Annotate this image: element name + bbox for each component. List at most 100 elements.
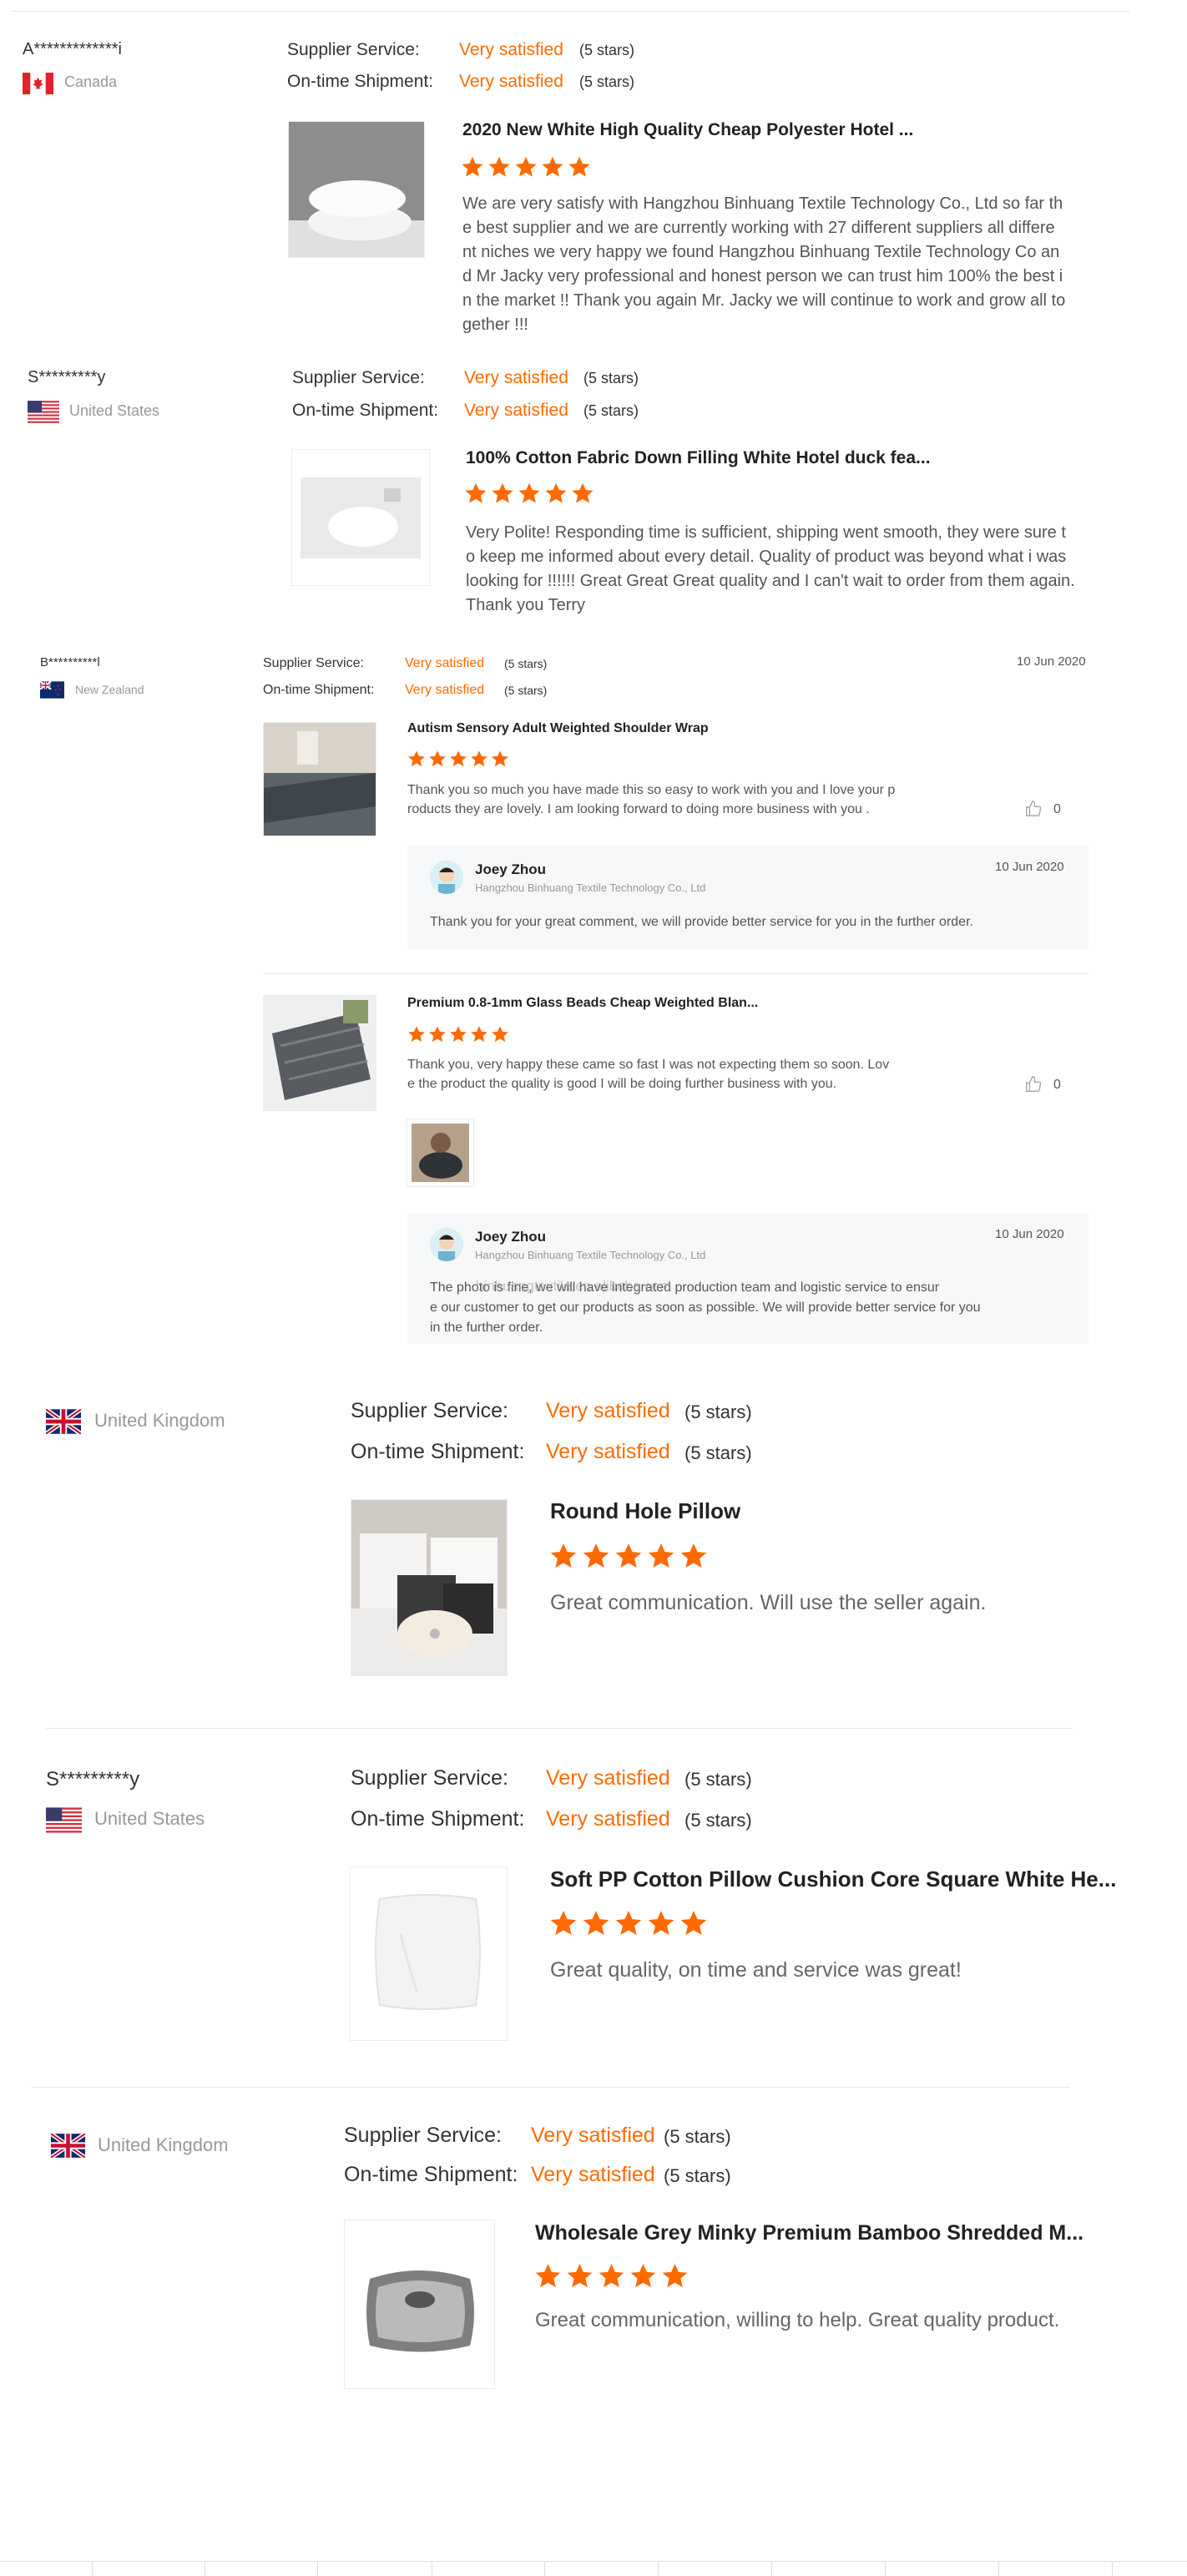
product-title[interactable]: Premium 0.8-1mm Glass Beads Cheap Weight…: [407, 996, 758, 1011]
star-icon: [407, 1025, 426, 1043]
shipment-stars: (5 stars): [579, 73, 635, 90]
supplier-service-label: Supplier Service:: [263, 656, 364, 670]
usa-flag-icon: [46, 1807, 82, 1833]
tab-separator: [1112, 2562, 1113, 2576]
tab-separator: [92, 2562, 93, 2576]
star-icon: [514, 155, 538, 179]
product-title[interactable]: 100% Cotton Fabric Down Filling White Ho…: [466, 448, 931, 468]
star-icon: [614, 1542, 643, 1570]
comment-line: o keep me informed about every detail. Q…: [466, 548, 1067, 566]
supplier-service-value: Very satisfied: [546, 1766, 670, 1790]
rating-stars: [464, 482, 594, 505]
product-image[interactable]: [263, 995, 376, 1111]
supplier-service-stars: (5 stars): [504, 657, 548, 670]
shipment-value: Very satisfied: [531, 2163, 655, 2186]
reviewer-country: United Kingdom: [98, 2134, 229, 2155]
star-icon: [568, 155, 591, 179]
seller-reply: Joey Zhou Hangzhou Binhuang Textile Tech…: [407, 846, 1089, 949]
product-title[interactable]: Round Hole Pillow: [550, 1498, 740, 1524]
avatar: [430, 861, 463, 894]
reviewer-name: A*************i: [23, 40, 122, 58]
reviewer-country: United States: [94, 1808, 205, 1829]
supplier-service-stars: (5 stars): [684, 1769, 752, 1790]
tab-separator: [658, 2562, 659, 2576]
shipment-label: On-time Shipment:: [263, 683, 375, 697]
review-comment: Great communication. Will use the seller…: [550, 1591, 987, 1614]
reply-text: Thank you for your great comment, we wil…: [430, 915, 973, 929]
rating-stars: [461, 155, 591, 179]
review-photo[interactable]: [407, 1119, 474, 1187]
product-image[interactable]: [351, 1499, 508, 1676]
canada-flag-icon: [23, 73, 53, 94]
shipment-stars: (5 stars): [684, 1810, 752, 1831]
rating-stars: [407, 750, 509, 768]
comment-line: gether !!!: [462, 316, 528, 334]
like-count: 0: [1053, 1078, 1061, 1092]
rating-stars: [407, 1025, 509, 1043]
supplier-service-value: Very satisfied: [531, 2124, 655, 2147]
supplier-service-label: Supplier Service:: [351, 1766, 508, 1790]
product-image[interactable]: [344, 2220, 495, 2389]
tab-separator: [317, 2562, 318, 2576]
comment-line: Very Polite! Responding time is sufficie…: [466, 523, 1066, 542]
star-icon: [449, 750, 467, 768]
uk-flag-icon: [51, 2134, 85, 2158]
product-image[interactable]: [291, 449, 430, 586]
reply-line: in the further order.: [430, 1321, 543, 1335]
star-icon: [549, 1542, 578, 1570]
shipment-value: Very satisfied: [546, 1440, 670, 1463]
star-icon: [679, 1542, 708, 1570]
star-icon: [461, 155, 484, 179]
product-image[interactable]: [263, 722, 376, 836]
reviewer-name: S*********y: [28, 368, 106, 386]
star-icon: [679, 1909, 708, 1937]
reply-line: e our customer to get our products as so…: [430, 1301, 981, 1315]
thumbs-up-icon[interactable]: [1024, 1075, 1043, 1094]
star-icon: [470, 1025, 488, 1043]
product-image[interactable]: [350, 1866, 508, 2041]
tab-separator: [544, 2562, 545, 2576]
shipment-value: Very satisfied: [405, 683, 485, 697]
supplier-service-label: Supplier Service:: [292, 368, 425, 387]
star-icon: [407, 750, 426, 768]
review-comment: Great quality, on time and service was g…: [550, 1958, 962, 1982]
bottom-tab-strip: [0, 2561, 1187, 2576]
star-icon: [549, 1909, 578, 1937]
reviewer-country: New Zealand: [75, 683, 144, 696]
product-title[interactable]: Autism Sensory Adult Weighted Shoulder W…: [407, 721, 709, 736]
comment-line: looking for !!!!!! Great Great Great qua…: [466, 572, 1075, 590]
star-icon: [582, 1909, 610, 1937]
shipment-label: On-time Shipment:: [292, 401, 439, 420]
star-icon: [571, 482, 594, 505]
rating-stars: [549, 1542, 708, 1570]
reply-company: Hangzhou Binhuang Textile Technology Co.…: [475, 1249, 706, 1261]
star-icon: [491, 750, 509, 768]
comment-line: Thank you, very happy these came so fast…: [407, 1058, 890, 1072]
product-title[interactable]: Wholesale Grey Minky Premium Bamboo Shre…: [535, 2221, 1083, 2245]
item-divider: [263, 973, 1089, 974]
product-image[interactable]: [288, 121, 425, 258]
reviewer-country: United Kingdom: [94, 1410, 225, 1431]
star-icon: [661, 2262, 689, 2290]
star-icon: [614, 1909, 643, 1937]
supplier-service-value: Very satisfied: [546, 1399, 670, 1422]
thumbs-up-icon[interactable]: [1024, 800, 1043, 818]
shipment-stars: (5 stars): [583, 402, 639, 419]
comment-line: n the market !! Thank you again Mr. Jack…: [462, 291, 1066, 310]
review-divider: [31, 2087, 1070, 2088]
supplier-service-label: Supplier Service:: [344, 2124, 502, 2147]
star-icon: [491, 482, 514, 505]
avatar: [430, 1228, 463, 1261]
product-title[interactable]: Soft PP Cotton Pillow Cushion Core Squar…: [550, 1866, 1116, 1892]
shipment-label: On-time Shipment:: [287, 72, 434, 91]
watermark-text: binhuangtextile.en.alibaba.com: [476, 1278, 672, 1294]
rating-stars: [549, 1909, 708, 1937]
supplier-service-stars: (5 stars): [583, 370, 639, 386]
shipment-stars: (5 stars): [504, 684, 548, 697]
usa-flag-icon: [28, 401, 59, 423]
review-divider: [46, 1728, 1073, 1729]
supplier-service-value: Very satisfied: [459, 40, 563, 59]
comment-line: d Mr Jacky very professional and honest …: [462, 267, 1063, 285]
product-title[interactable]: 2020 New White High Quality Cheap Polyes…: [462, 120, 913, 140]
top-divider: [12, 11, 1130, 12]
